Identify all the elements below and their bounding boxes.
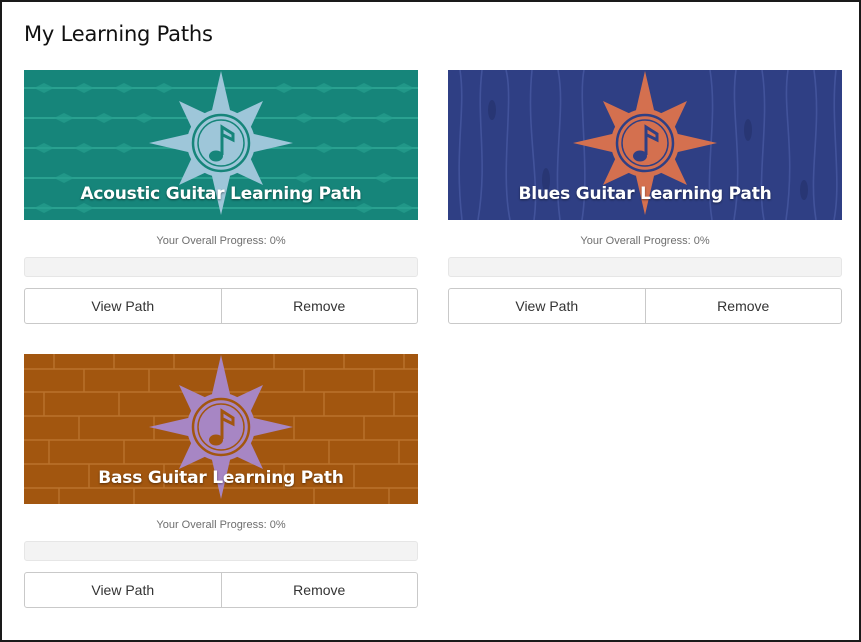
progress-bar [24, 541, 418, 561]
learning-path-card: Bass Guitar Learning Path Your Overall P… [24, 354, 418, 608]
progress-label: Your Overall Progress: 0% [156, 519, 286, 531]
view-path-button[interactable]: View Path [448, 288, 646, 324]
path-banner-image[interactable]: Bass Guitar Learning Path [24, 354, 418, 504]
path-title: Acoustic Guitar Learning Path [80, 184, 362, 204]
remove-button[interactable]: Remove [645, 288, 842, 324]
progress-bar [448, 257, 842, 277]
remove-button[interactable]: Remove [221, 288, 418, 324]
path-title: Blues Guitar Learning Path [518, 184, 772, 204]
card-actions: View Path Remove [24, 572, 418, 608]
path-banner-image[interactable]: Blues Guitar Learning Path [448, 70, 842, 220]
view-path-button[interactable]: View Path [24, 572, 222, 608]
path-title: Bass Guitar Learning Path [98, 468, 344, 488]
progress-label: Your Overall Progress: 0% [580, 235, 710, 247]
card-actions: View Path Remove [24, 288, 418, 324]
view-path-button[interactable]: View Path [24, 288, 222, 324]
learning-path-card: Acoustic Guitar Learning Path Your Overa… [24, 70, 418, 324]
learning-paths-panel: My Learning Paths Acoustic Guitar Learni… [0, 0, 861, 642]
path-banner-image[interactable]: Acoustic Guitar Learning Path [24, 70, 418, 220]
page-title: My Learning Paths [24, 22, 213, 46]
remove-button[interactable]: Remove [221, 572, 418, 608]
progress-label: Your Overall Progress: 0% [156, 235, 286, 247]
progress-bar [24, 257, 418, 277]
learning-path-card: Blues Guitar Learning Path Your Overall … [448, 70, 842, 324]
card-actions: View Path Remove [448, 288, 842, 324]
